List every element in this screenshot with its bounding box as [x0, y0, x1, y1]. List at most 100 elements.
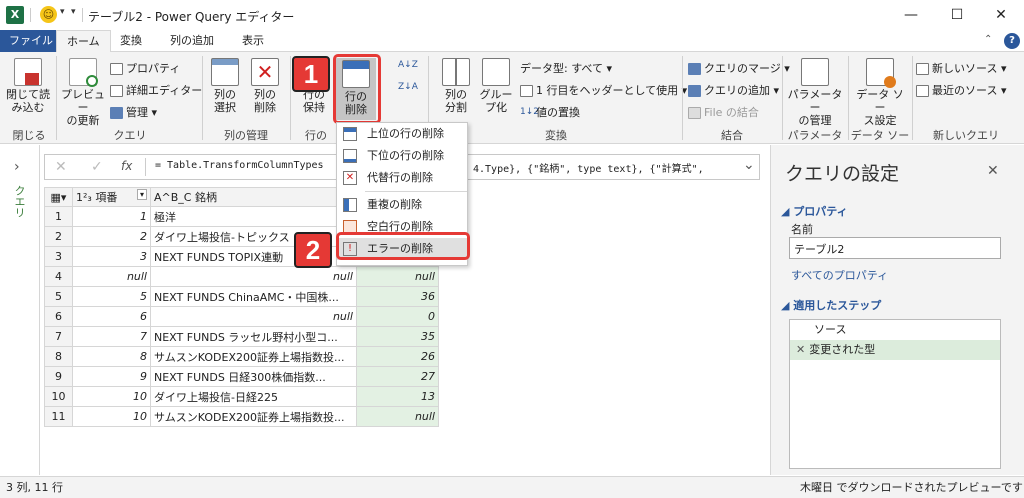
menu-item-remove-top-rows[interactable]: 上位の行の削除 [337, 123, 467, 145]
column-filter-icon[interactable]: ▾ [136, 189, 147, 200]
sort-descending-icon[interactable]: Z↓A [398, 82, 418, 92]
row-number[interactable]: 7 [44, 326, 73, 347]
data-type-dropdown[interactable]: データ型: すべて ▾ [520, 60, 612, 76]
table-cell[interactable]: 35 [356, 326, 439, 347]
table-cell[interactable]: 0 [356, 306, 439, 327]
first-row-header-button[interactable]: 1 行目をヘッダーとして使用 ▾ [520, 82, 687, 98]
replace-values-button[interactable]: 1↓2値の置換 [520, 104, 580, 120]
close-window-button[interactable]: ✕ [978, 4, 1024, 26]
tab-add-column[interactable]: 列の追加 [160, 30, 224, 52]
table-cell[interactable]: 9 [72, 366, 151, 387]
minimize-button[interactable]: — [888, 4, 934, 26]
table-cell[interactable]: NEXT FUNDS 日経300株価指数... [150, 366, 357, 387]
table-cell[interactable]: 8 [72, 346, 151, 367]
all-properties-link[interactable]: すべてのプロパティ [791, 267, 888, 283]
table-cell[interactable]: 36 [356, 286, 439, 307]
table-row[interactable]: 10 10 ダイワ上場投信-日経225 13 [44, 386, 439, 407]
table-cell[interactable]: サムスンKODEX200証券上場指数投... [150, 406, 357, 427]
table-cell[interactable]: 27 [356, 366, 439, 387]
row-number[interactable]: 10 [44, 386, 73, 407]
advanced-editor-button[interactable]: 詳細エディター [110, 82, 202, 98]
merge-queries-button[interactable]: クエリのマージ ▾ [688, 60, 790, 76]
row-number[interactable]: 8 [44, 346, 73, 367]
table-row[interactable]: 6 6 null 0 [44, 306, 439, 327]
tab-view[interactable]: 表示 [232, 30, 274, 52]
maximize-button[interactable]: ☐ [934, 4, 980, 26]
qat-customize-icon[interactable]: ▾ [71, 7, 76, 17]
table-row[interactable]: 4 null null null [44, 266, 439, 287]
choose-columns-button[interactable]: 列の 選択 [206, 58, 244, 114]
refresh-preview-button[interactable]: プレビュー の更新 [60, 58, 106, 127]
recent-sources-button[interactable]: 最近のソース ▾ [916, 82, 1006, 98]
close-settings-icon[interactable]: ✕ [987, 163, 999, 179]
sort-ascending-icon[interactable]: A↓Z [398, 60, 418, 70]
properties-section-header[interactable]: ◢ プロパティ [781, 203, 848, 219]
table-cell[interactable]: ダイワ上場投信-日経225 [150, 386, 357, 407]
delete-step-icon[interactable]: ✕ [796, 343, 805, 356]
cancel-formula-icon[interactable]: ✕ [55, 159, 67, 175]
table-cell[interactable]: null [150, 306, 357, 327]
properties-button[interactable]: プロパティ [110, 60, 180, 76]
table-cell[interactable]: 7 [72, 326, 151, 347]
new-source-button[interactable]: 新しいソース ▾ [916, 60, 1006, 76]
menu-item-remove-bottom-rows[interactable]: 下位の行の削除 [337, 145, 467, 167]
qat-dropdown-icon[interactable]: ▾ [60, 7, 65, 17]
tab-transform[interactable]: 変換 [110, 30, 152, 52]
table-cell[interactable]: null [150, 266, 357, 287]
table-row[interactable]: 9 9 NEXT FUNDS 日経300株価指数... 27 [44, 366, 439, 387]
row-number[interactable]: 11 [44, 406, 73, 427]
row-number[interactable]: 6 [44, 306, 73, 327]
table-cell[interactable]: 2 [72, 226, 151, 247]
table-cell[interactable]: 6 [72, 306, 151, 327]
manage-parameters-button[interactable]: パラメーター の管理 [786, 58, 844, 127]
table-row[interactable]: 5 5 NEXT FUNDS ChinaAMC・中国株... 36 [44, 286, 439, 307]
expand-queries-icon[interactable]: › [14, 159, 20, 175]
table-cell[interactable]: サムスンKODEX200証券上場指数投... [150, 346, 357, 367]
row-number[interactable]: 3 [44, 246, 73, 267]
table-cell[interactable]: 3 [72, 246, 151, 267]
formula-text-tail[interactable]: 4.Type}, {"銘柄", type text}, {"計算式", [473, 160, 704, 175]
row-number[interactable]: 1 [44, 206, 73, 227]
confirm-formula-icon[interactable]: ✓ [91, 159, 103, 175]
combine-files-button[interactable]: File の結合 [688, 104, 759, 120]
table-row[interactable]: 11 10 サムスンKODEX200証券上場指数投... null [44, 406, 439, 427]
menu-item-remove-alternate-rows[interactable]: ✕ 代替行の削除 [337, 167, 467, 189]
expand-formula-icon[interactable]: ⌄ [743, 157, 755, 173]
row-number[interactable]: 9 [44, 366, 73, 387]
step-item[interactable]: ソース [790, 320, 1000, 340]
table-cell[interactable]: null [356, 266, 439, 287]
query-name-input[interactable]: テーブル2 [789, 237, 1001, 259]
collapse-ribbon-icon[interactable]: ⌃ [984, 34, 992, 45]
table-cell[interactable]: null [356, 406, 439, 427]
table-cell[interactable]: NEXT FUNDS ラッセル野村小型コ... [150, 326, 357, 347]
group-by-button[interactable]: グルー プ化 [476, 58, 516, 114]
step-item-selected[interactable]: ✕ 変更された型 [790, 340, 1000, 360]
append-queries-button[interactable]: クエリの追加 ▾ [688, 82, 779, 98]
table-cell[interactable]: 10 [72, 386, 151, 407]
close-load-button[interactable]: 閉じて読 み込む [4, 58, 52, 114]
split-column-button[interactable]: 列の 分割 [436, 58, 476, 114]
remove-columns-button[interactable]: ✕ 列の 削除 [246, 58, 284, 114]
table-cell[interactable]: 13 [356, 386, 439, 407]
tab-home[interactable]: ホーム [56, 30, 111, 53]
formula-text[interactable]: = Table.TransformColumnTypes [155, 160, 324, 171]
table-cell[interactable]: 極洋 [150, 206, 357, 227]
help-icon[interactable]: ? [1004, 33, 1020, 49]
table-cell[interactable]: 10 [72, 406, 151, 427]
applied-steps-header[interactable]: ◢ 適用したステップ [781, 297, 881, 313]
tab-file[interactable]: ファイル [0, 30, 62, 52]
table-cell[interactable]: NEXT FUNDS ChinaAMC・中国株... [150, 286, 357, 307]
row-number[interactable]: 4 [44, 266, 73, 287]
smiley-icon[interactable]: ☺ [40, 6, 57, 23]
table-row[interactable]: 8 8 サムスンKODEX200証券上場指数投... 26 [44, 346, 439, 367]
menu-item-remove-duplicates[interactable]: 重複の削除 [337, 194, 467, 216]
table-cell[interactable]: 5 [72, 286, 151, 307]
table-cell[interactable]: null [72, 266, 151, 287]
queries-pane-label[interactable]: クエリ [11, 185, 27, 218]
column-header-number[interactable]: 1²₃ 項番 ▾ [72, 187, 151, 207]
row-number[interactable]: 5 [44, 286, 73, 307]
manage-button[interactable]: 管理 ▾ [110, 104, 157, 120]
column-header-name[interactable]: A^B_C 銘柄 [150, 187, 357, 207]
row-number[interactable]: 2 [44, 226, 73, 247]
data-source-settings-button[interactable]: データ ソー ス設定 [852, 58, 908, 127]
